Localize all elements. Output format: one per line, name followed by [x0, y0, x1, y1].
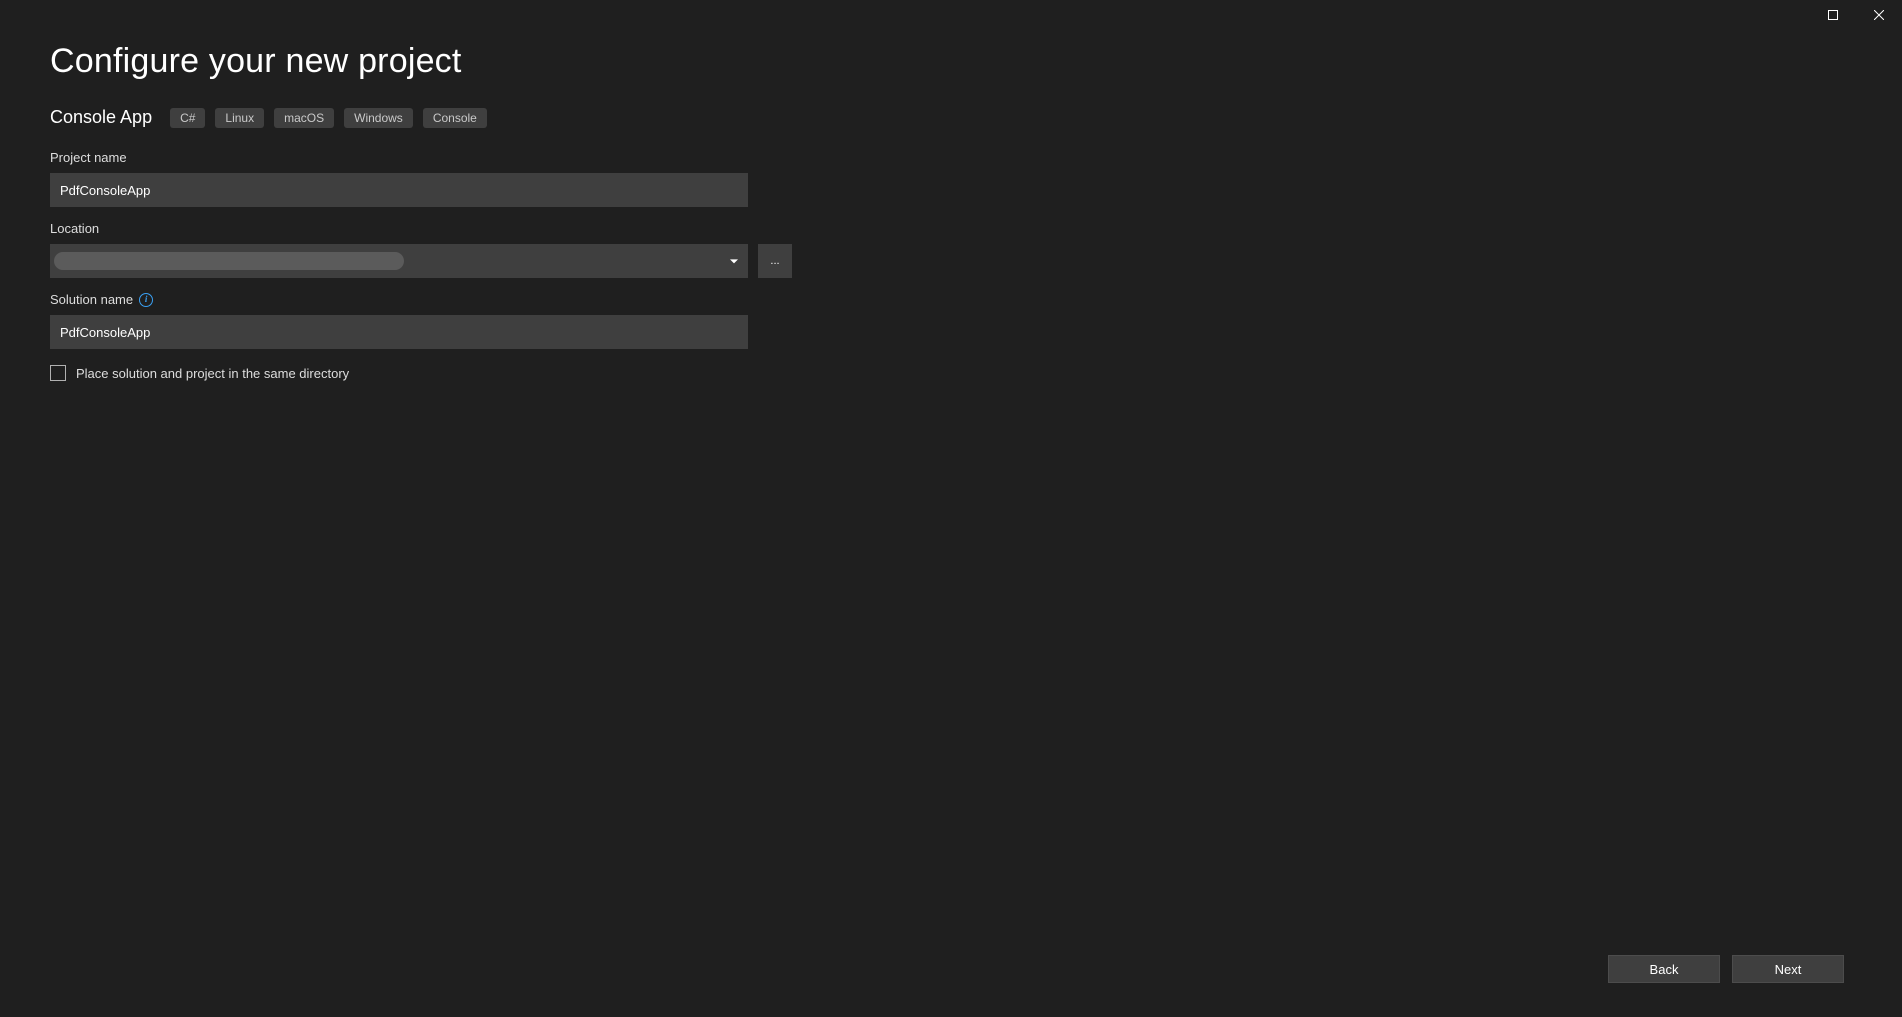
- redacted-location-value: [54, 252, 404, 270]
- tag-windows: Windows: [344, 108, 413, 128]
- next-button[interactable]: Next: [1732, 955, 1844, 983]
- project-name-label: Project name: [50, 150, 800, 165]
- configure-form: Project name Location ... Solution name …: [50, 150, 800, 381]
- solution-name-input[interactable]: [50, 315, 748, 349]
- tag-console: Console: [423, 108, 487, 128]
- back-button[interactable]: Back: [1608, 955, 1720, 983]
- tag-linux: Linux: [215, 108, 264, 128]
- tag-macos: macOS: [274, 108, 334, 128]
- template-name: Console App: [50, 107, 152, 128]
- tag-csharp: C#: [170, 108, 205, 128]
- browse-location-button[interactable]: ...: [758, 244, 792, 278]
- location-label: Location: [50, 221, 800, 236]
- project-name-row: Project name: [50, 150, 800, 207]
- location-dropdown[interactable]: [50, 244, 748, 278]
- solution-name-row: Solution name i: [50, 292, 800, 349]
- template-subline: Console App C# Linux macOS Windows Conso…: [50, 107, 1852, 128]
- solution-name-label-text: Solution name: [50, 292, 133, 307]
- close-button[interactable]: [1856, 0, 1902, 30]
- info-icon[interactable]: i: [139, 293, 153, 307]
- titlebar: [1810, 0, 1902, 30]
- close-icon: [1874, 10, 1884, 20]
- content-area: Configure your new project Console App C…: [0, 0, 1902, 423]
- footer-buttons: Back Next: [1608, 955, 1844, 983]
- solution-name-label: Solution name i: [50, 292, 800, 307]
- same-directory-row: Place solution and project in the same d…: [50, 365, 800, 381]
- project-name-input[interactable]: [50, 173, 748, 207]
- maximize-icon: [1828, 10, 1838, 20]
- same-directory-checkbox[interactable]: [50, 365, 66, 381]
- page-title: Configure your new project: [50, 42, 1852, 81]
- maximize-button[interactable]: [1810, 0, 1856, 30]
- same-directory-label[interactable]: Place solution and project in the same d…: [76, 366, 349, 381]
- location-row: Location ...: [50, 221, 800, 278]
